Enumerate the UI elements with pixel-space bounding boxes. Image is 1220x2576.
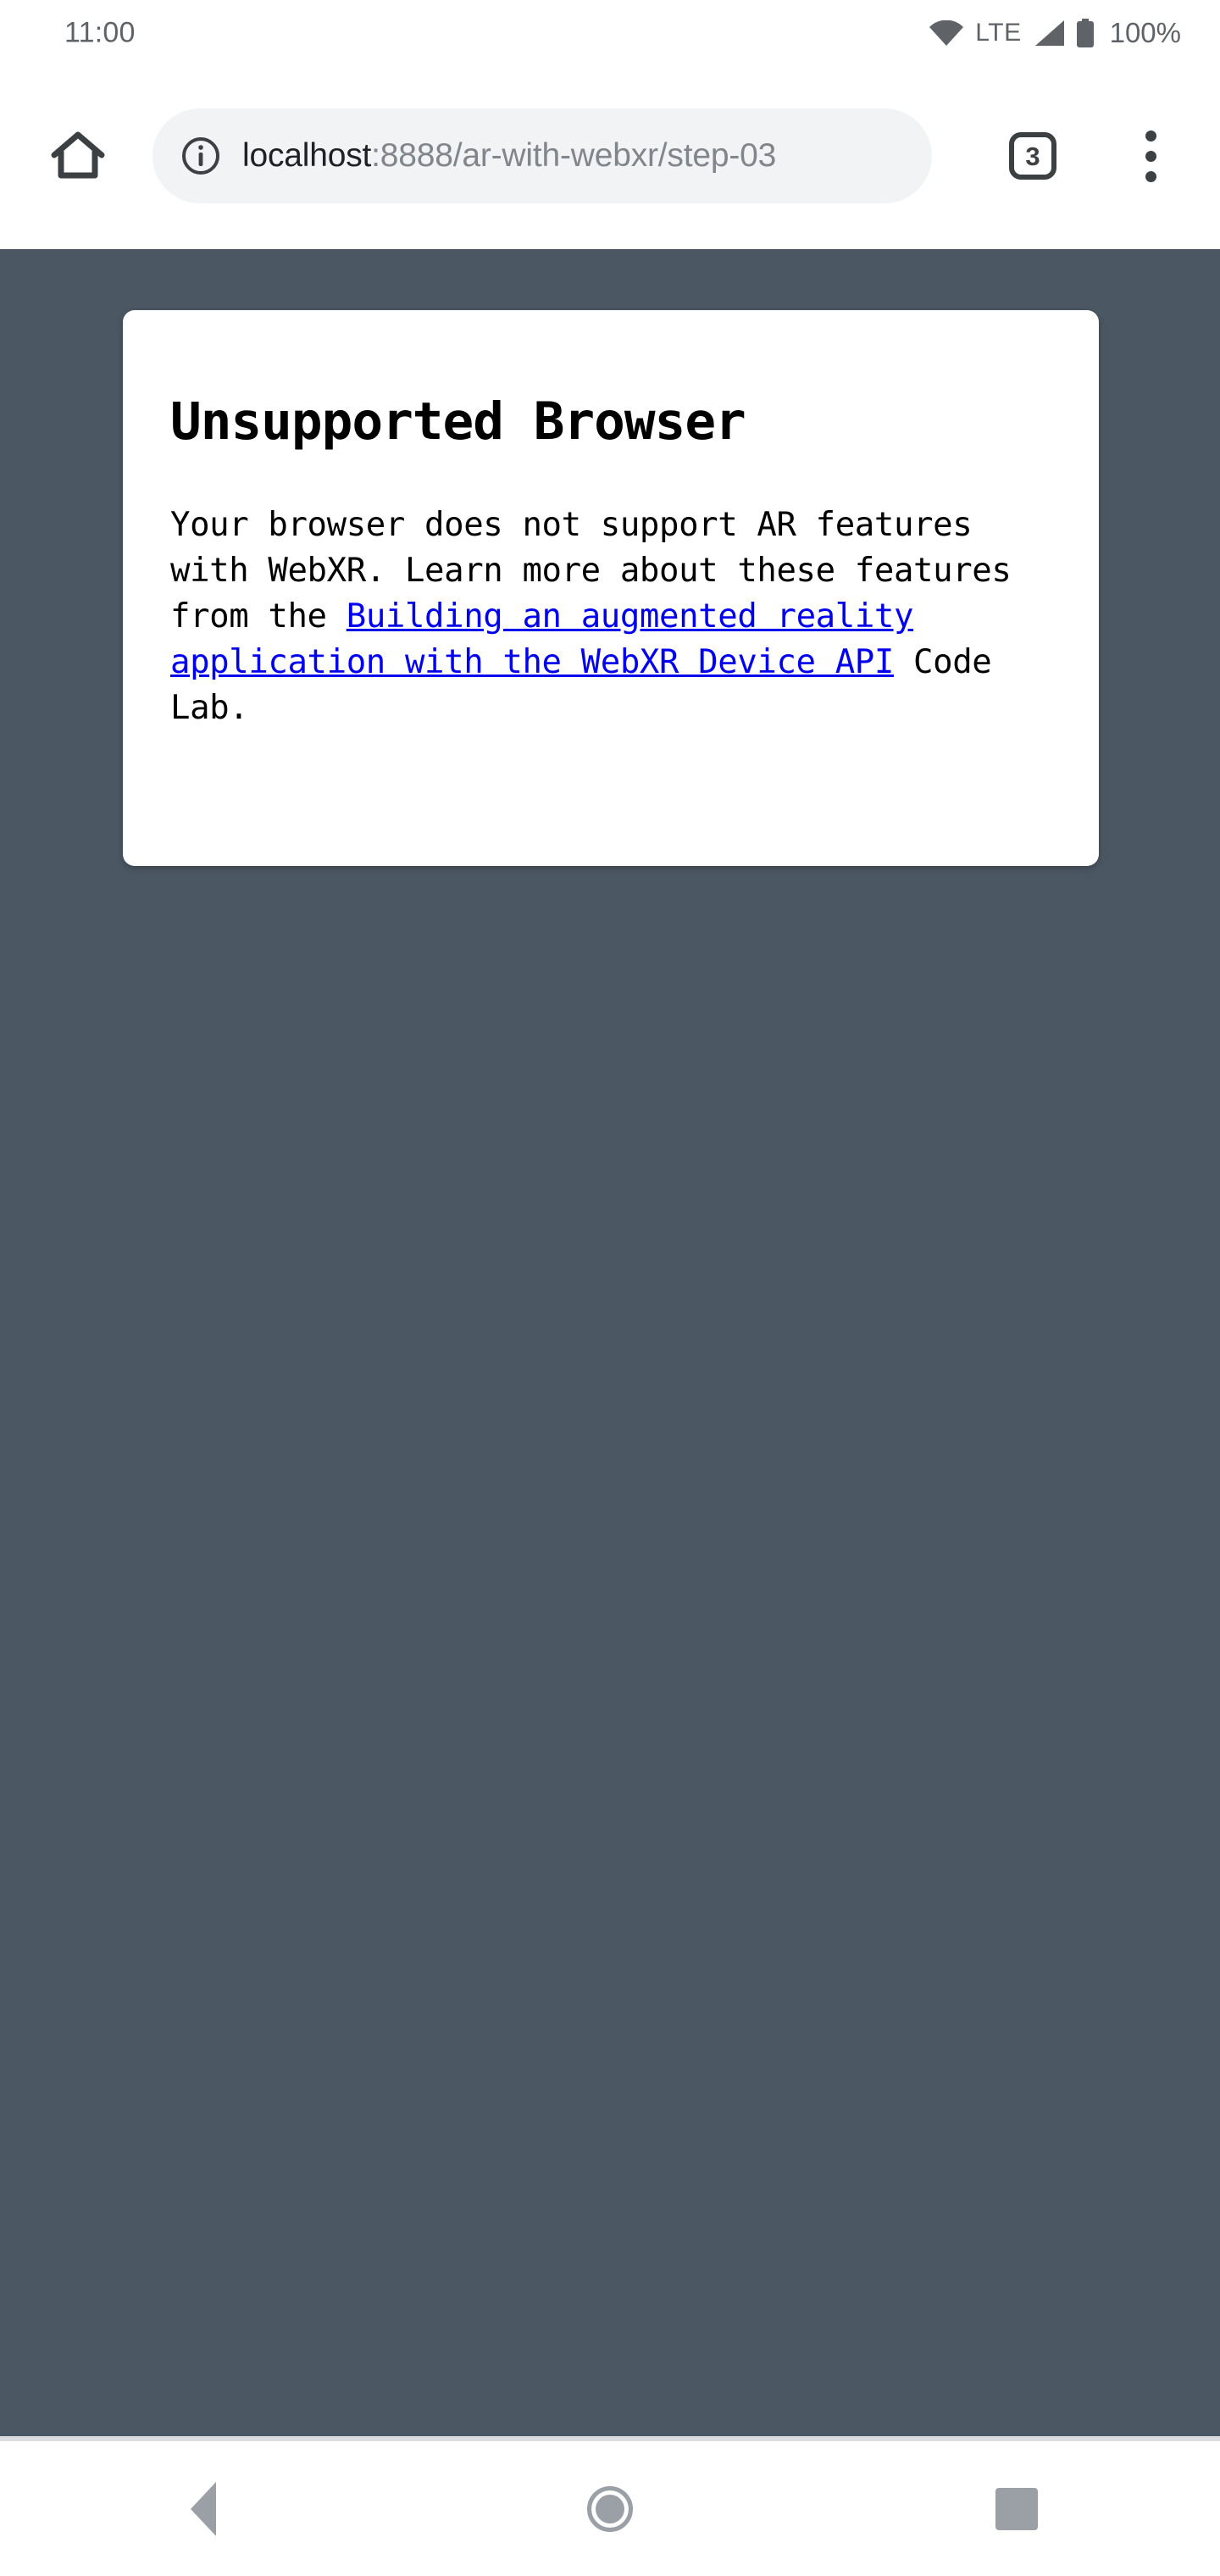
status-bar-clock: 11:00 bbox=[64, 16, 136, 49]
menu-dot bbox=[1145, 150, 1156, 162]
phone-screen: 11:00 LTE 100% localhost:8888/ar-with-we… bbox=[0, 0, 1220, 2576]
home-button[interactable] bbox=[534, 2441, 686, 2576]
page-title: Unsupported Browser bbox=[170, 391, 746, 452]
back-button[interactable] bbox=[127, 2441, 280, 2576]
home-icon[interactable] bbox=[41, 119, 115, 193]
tab-count-badge: 3 bbox=[1009, 132, 1056, 180]
menu-dot bbox=[1145, 170, 1156, 182]
address-bar[interactable]: localhost:8888/ar-with-webxr/step-03 bbox=[152, 108, 932, 203]
battery-icon bbox=[1076, 19, 1095, 47]
url-text: localhost:8888/ar-with-webxr/step-03 bbox=[242, 137, 776, 175]
battery-percent-label: 100% bbox=[1109, 17, 1181, 48]
tab-switcher-button[interactable]: 3 bbox=[995, 119, 1070, 193]
info-icon[interactable] bbox=[180, 135, 222, 177]
recents-square-icon bbox=[995, 2487, 1038, 2530]
browser-toolbar: localhost:8888/ar-with-webxr/step-03 3 bbox=[0, 66, 1220, 249]
system-navigation-bar bbox=[0, 2441, 1220, 2576]
page-content: Unsupported Browser Your browser does no… bbox=[0, 249, 1220, 2436]
network-type-label: LTE bbox=[975, 19, 1022, 47]
wifi-icon bbox=[929, 20, 964, 46]
url-host: localhost bbox=[242, 137, 372, 174]
signal-icon bbox=[1034, 20, 1064, 46]
status-bar-indicators: LTE 100% bbox=[929, 17, 1181, 49]
unsupported-browser-card: Unsupported Browser Your browser does no… bbox=[123, 310, 1099, 866]
home-circle-icon bbox=[587, 2485, 633, 2532]
url-path: :8888/ar-with-webxr/step-03 bbox=[371, 137, 777, 174]
status-bar: 11:00 LTE 100% bbox=[0, 0, 1220, 66]
back-triangle-icon bbox=[191, 2481, 216, 2536]
page-description: Your browser does not support AR feature… bbox=[170, 502, 1051, 731]
recent-apps-button[interactable] bbox=[940, 2441, 1093, 2576]
overflow-menu-icon[interactable] bbox=[1117, 119, 1184, 193]
menu-dot bbox=[1145, 130, 1156, 142]
